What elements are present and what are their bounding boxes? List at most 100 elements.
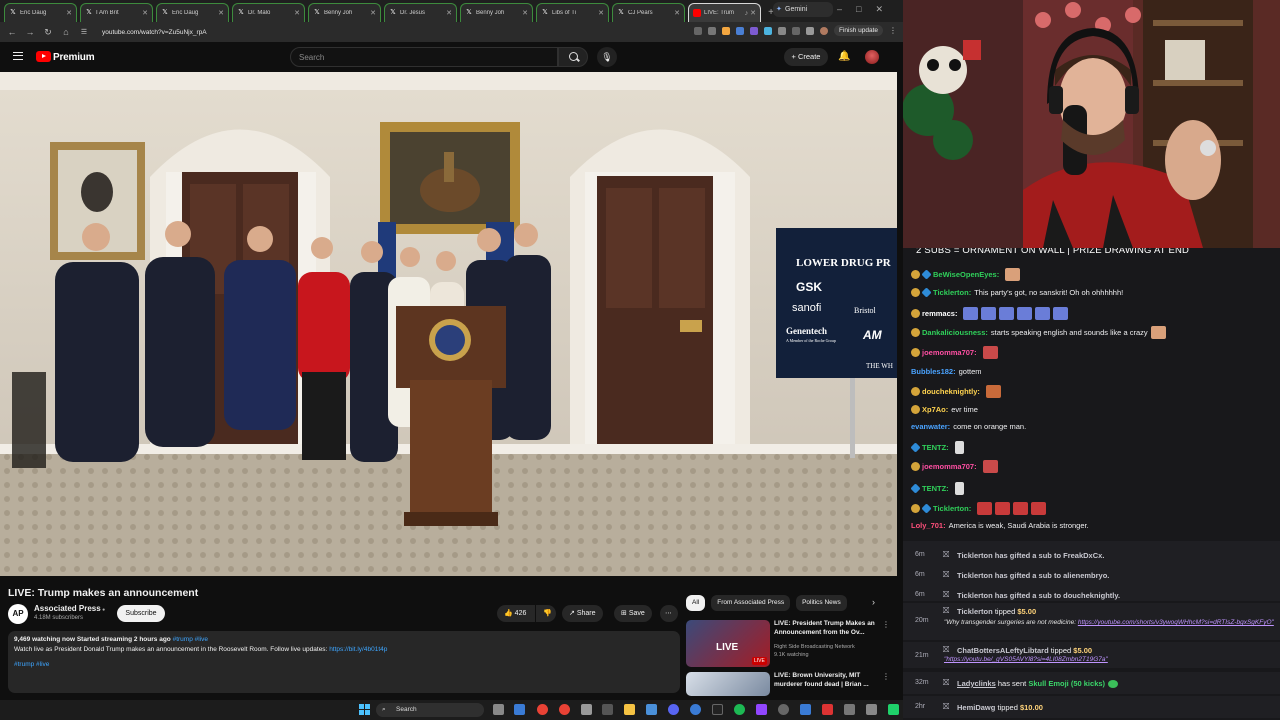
chip-all[interactable]: All [686, 595, 706, 611]
task-view-icon[interactable] [493, 704, 504, 715]
twitch-icon[interactable] [756, 704, 767, 715]
chrome-icon[interactable] [559, 704, 570, 715]
chat-username[interactable]: Bubbles182: [911, 367, 956, 376]
more-vert-icon[interactable]: ⋮ [882, 672, 890, 681]
account-avatar[interactable] [865, 50, 879, 64]
app-icon[interactable] [888, 704, 899, 715]
app-icon[interactable] [646, 704, 657, 715]
chat-username[interactable]: evanwater: [911, 422, 950, 431]
close-icon[interactable]: ✕ [598, 9, 604, 17]
app-icon[interactable] [778, 704, 789, 715]
cast-icon[interactable] [693, 26, 702, 35]
chat-username[interactable]: doucheknightly: [922, 387, 980, 396]
dislike-button[interactable]: 👎 [536, 605, 556, 622]
discord-icon[interactable] [668, 704, 679, 715]
recommended-video[interactable]: LIVE: Brown University, MIT murderer fou… [686, 672, 890, 698]
download-icon[interactable] [805, 26, 814, 35]
chat-username[interactable]: Dankaliciousness: [922, 328, 988, 337]
browser-tab[interactable]: 𝕏 Benny Joh ✕ [460, 3, 533, 22]
close-icon[interactable]: ✕ [750, 9, 756, 17]
audio-icon[interactable]: ♪ [745, 10, 749, 17]
close-icon[interactable]: ✕ [446, 9, 452, 17]
sidebar-icon[interactable] [791, 26, 800, 35]
browser-tab[interactable]: 𝕏 CJ Pears ✕ [612, 3, 685, 22]
extension-icon[interactable] [735, 26, 744, 35]
app-icon[interactable] [844, 704, 855, 715]
app-icon[interactable] [800, 704, 811, 715]
extension-icon[interactable] [721, 26, 730, 35]
browser-tab[interactable]: 𝕏 Libs of Ti ✕ [536, 3, 609, 22]
browser-tab[interactable]: 𝕏 Dr. Jesus ✕ [384, 3, 457, 22]
browser-tab[interactable]: 𝕏I Am Brit ✕ [80, 3, 153, 22]
app-icon[interactable] [690, 704, 701, 715]
browser-tab[interactable]: 𝕏 Benny Joh ✕ [308, 3, 381, 22]
chip-from-associated-press[interactable]: From Associated Press [711, 595, 791, 611]
chat-username[interactable]: Loly_701: [911, 521, 946, 530]
gemini-button[interactable]: ✦ Gemini [773, 2, 833, 17]
menu-dots-icon[interactable]: ⋮ [889, 26, 897, 35]
hamburger-menu-icon[interactable] [13, 52, 23, 60]
reload-icon[interactable]: ↻ [42, 27, 54, 38]
spotify-icon[interactable] [734, 704, 745, 715]
description-hashtags-2[interactable]: #trump #live [14, 661, 49, 668]
close-icon[interactable]: ✕ [370, 9, 376, 17]
site-info-icon[interactable]: ☰ [78, 28, 90, 36]
chevron-right-icon[interactable]: › [872, 597, 875, 607]
channel-avatar[interactable]: AP [8, 604, 28, 624]
description-hashtags[interactable]: #trump #live [173, 636, 208, 643]
url-field[interactable]: youtube.com/watch?v=Zu5uNjx_rpA [102, 29, 207, 36]
youtube-logo-icon[interactable] [36, 51, 51, 62]
home-icon[interactable]: ⌂ [60, 27, 72, 37]
back-icon[interactable]: ← [6, 27, 18, 37]
close-icon[interactable]: ✕ [522, 9, 528, 17]
video-player[interactable]: LOWER DRUG PR GSK sanofi Bristol Genente… [0, 72, 897, 576]
app-icon[interactable] [866, 704, 877, 715]
forward-icon[interactable]: → [24, 27, 36, 37]
close-icon[interactable]: ✕ [66, 9, 72, 17]
microphone-icon[interactable]: 🎙 [597, 47, 617, 67]
edge-icon[interactable] [514, 704, 525, 715]
chat-username[interactable]: TENTZ: [922, 443, 949, 452]
chat-username[interactable]: Xp7Ao: [922, 405, 948, 414]
app-icon[interactable] [822, 704, 833, 715]
search-icon[interactable] [558, 47, 588, 67]
chat-username[interactable]: BeWiseOpenEyes: [933, 270, 999, 279]
browser-tab[interactable]: 𝕏 Eric Daug ✕ [4, 3, 77, 22]
close-icon[interactable]: ✕ [218, 9, 224, 17]
tip-link[interactable]: "https://youtu.be/_gVS05AVYl8?si=4LI08Zm… [944, 656, 1108, 663]
browser-tab-active[interactable]: LIVE: Trum ♪ ✕ [688, 3, 761, 22]
profile-avatar[interactable] [819, 26, 828, 35]
bookmark-star-icon[interactable] [707, 26, 716, 35]
search-input[interactable]: Search [290, 47, 558, 67]
chat-username[interactable]: joemomma707: [922, 348, 977, 357]
save-button[interactable]: ⊞ Save [614, 605, 652, 622]
extension-icon[interactable] [749, 26, 758, 35]
more-actions-button[interactable]: ⋯ [660, 605, 678, 622]
window-controls[interactable]: –□✕ [837, 4, 897, 15]
chrome-icon[interactable] [537, 704, 548, 715]
chip-politics-news[interactable]: Politics News [796, 595, 847, 611]
browser-tab[interactable]: 𝕏 Eric Daug ✕ [156, 3, 229, 22]
recommended-video[interactable]: LIVE LIVE LIVE: President Trump Makes an… [686, 620, 890, 670]
youtube-premium-logo[interactable]: Premium [53, 52, 95, 63]
subscribe-button[interactable]: Subscribe [117, 605, 165, 622]
create-button[interactable]: + Create [784, 48, 828, 66]
description-box[interactable]: 9,469 watching now Started streaming 2 h… [8, 631, 680, 693]
video-thumbnail[interactable]: LIVE LIVE [686, 620, 770, 667]
chat-username[interactable]: remmacs: [922, 309, 957, 318]
chat-username[interactable]: TENTZ: [922, 484, 949, 493]
like-button[interactable]: 👍 426 [497, 605, 535, 622]
close-icon[interactable]: ✕ [674, 9, 680, 17]
tip-link[interactable]: https://youtube.com/shorts/v3ywoqWHhcM?s… [1078, 619, 1274, 626]
recommended-title[interactable]: LIVE: Brown University, MIT murderer fou… [774, 672, 878, 689]
chat-username[interactable]: Ticklerton: [933, 504, 971, 513]
app-icon[interactable] [581, 704, 592, 715]
close-icon[interactable]: ✕ [294, 9, 300, 17]
app-icon[interactable] [602, 704, 613, 715]
chat-username[interactable]: Ticklerton: [933, 288, 971, 297]
browser-tab[interactable]: 𝕏 Dr. Malo ✕ [232, 3, 305, 22]
more-vert-icon[interactable]: ⋮ [882, 620, 890, 629]
recommended-title[interactable]: LIVE: President Trump Makes an Announcem… [774, 620, 878, 637]
notifications-bell-icon[interactable]: 🔔 [838, 51, 850, 62]
description-link[interactable]: https://bit.ly/4b01t4p [329, 646, 387, 653]
